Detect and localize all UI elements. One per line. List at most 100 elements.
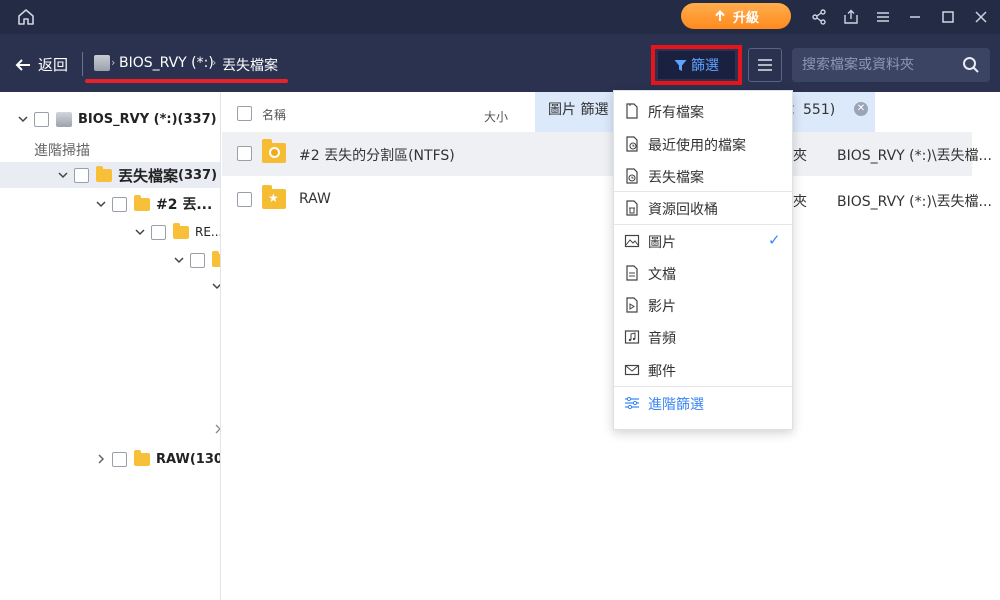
- arrow-left-icon: [15, 58, 30, 71]
- tree-item-re[interactable]: RE...: [133, 219, 221, 245]
- filter-option-lost-files[interactable]: 丟失檔案: [614, 160, 792, 192]
- funnel-icon: [674, 59, 687, 71]
- drive-icon: [56, 111, 72, 127]
- search-input[interactable]: [802, 55, 952, 75]
- export-icon[interactable]: [842, 8, 860, 26]
- sliders-icon: [625, 396, 639, 410]
- chevron-down-icon[interactable]: [56, 168, 70, 182]
- home-icon[interactable]: [16, 7, 36, 27]
- maximize-icon[interactable]: [939, 8, 957, 26]
- folder-icon: [96, 165, 112, 182]
- search-icon[interactable]: [962, 56, 980, 74]
- tree-item-subfolder[interactable]: [172, 247, 220, 273]
- breadcrumb-arrow-icon: ›: [212, 56, 217, 69]
- file-path: BIOS_RVY (*:)\丟失檔...: [837, 194, 992, 210]
- tree-label: BIOS_RVY (*:)(337): [78, 111, 217, 127]
- drive-icon: [94, 55, 110, 71]
- checkbox[interactable]: [34, 111, 49, 127]
- tree-item-raw[interactable]: RAW(130): [94, 446, 220, 472]
- advanced-scan-label: 進階掃描: [34, 143, 90, 159]
- file-list: 名稱 大小 圖片 篩選 ：551) ✕ #2 丟失的分割區(NTFS) 夾 BI…: [222, 92, 1000, 600]
- folder-tree: BIOS_RVY (*:)(337) 進階掃描 丟失檔案 (337) #2 丟.…: [0, 92, 221, 600]
- tree-label: RAW(130): [156, 451, 220, 467]
- header-name[interactable]: 名稱: [262, 106, 286, 123]
- star-icon: ★: [268, 191, 279, 205]
- advanced-filter-option[interactable]: 進階篩選: [614, 387, 792, 419]
- folder-icon: [262, 139, 286, 163]
- filter-option-recent-files[interactable]: 最近使用的檔案: [614, 128, 792, 160]
- filter-option-images[interactable]: 圖片 ✓: [614, 225, 792, 257]
- chevron-down-icon[interactable]: [94, 197, 108, 211]
- table-row[interactable]: #2 丟失的分割區(NTFS) 夾 BIOS_RVY (*:)\丟失檔...: [222, 132, 992, 176]
- title-bar: 升級: [0, 0, 1000, 34]
- lost-file-icon: [626, 168, 638, 184]
- minimize-icon[interactable]: [906, 8, 924, 26]
- divider: [82, 52, 83, 76]
- tree-count: (337): [178, 167, 218, 183]
- table-row[interactable]: ★ RAW 夾 BIOS_RVY (*:)\丟失檔...: [222, 178, 992, 222]
- back-button[interactable]: 返回: [14, 54, 68, 75]
- filter-option-videos[interactable]: 影片: [614, 289, 792, 321]
- clock-icon: [269, 147, 280, 158]
- folder-icon: [173, 222, 189, 239]
- chevron-down-icon[interactable]: [211, 280, 221, 292]
- image-icon: [624, 234, 640, 248]
- file-type: 夾: [793, 148, 807, 164]
- filter-button[interactable]: 篩選: [658, 51, 735, 79]
- close-icon[interactable]: ✕: [854, 102, 868, 116]
- upgrade-button[interactable]: 升級: [681, 3, 791, 29]
- chevron-right-icon[interactable]: [213, 423, 221, 435]
- arrow-up-icon: [715, 10, 725, 21]
- chevron-right-icon[interactable]: [94, 452, 108, 466]
- tree-label: 丟失檔案: [118, 166, 179, 185]
- checkmark-icon: ✓: [768, 231, 781, 249]
- tree-item-partition[interactable]: #2 丟...: [94, 191, 212, 217]
- search-box: [792, 48, 990, 82]
- audio-icon: [624, 330, 640, 344]
- view-menu-button[interactable]: [748, 48, 782, 82]
- select-all-checkbox[interactable]: [237, 106, 252, 121]
- checkbox[interactable]: [190, 252, 205, 268]
- folder-icon: [134, 194, 150, 211]
- tree-label: #2 丟...: [156, 197, 213, 213]
- file-name: RAW: [299, 191, 331, 207]
- filter-option-documents[interactable]: 文檔: [614, 257, 792, 289]
- share-icon[interactable]: [810, 8, 828, 26]
- checkbox[interactable]: [237, 192, 252, 207]
- breadcrumb-drive[interactable]: BIOS_RVY (*:): [119, 55, 214, 71]
- toolbar: 返回 › BIOS_RVY (*:) › 丟失檔案 篩選: [0, 34, 1000, 92]
- checkbox[interactable]: [112, 196, 127, 212]
- upgrade-label: 升級: [732, 10, 759, 26]
- filter-option-audio[interactable]: 音頻: [614, 321, 792, 353]
- back-label: 返回: [38, 56, 69, 74]
- filter-tag-text: 圖片 篩選: [548, 102, 609, 118]
- chevron-down-icon[interactable]: [172, 253, 186, 267]
- recent-file-icon: [626, 136, 638, 152]
- filter-option-mail[interactable]: 郵件: [614, 354, 792, 386]
- tree-item-root[interactable]: BIOS_RVY (*:)(337): [16, 106, 217, 132]
- breadcrumb-lost-files[interactable]: 丟失檔案: [222, 55, 278, 75]
- header-size[interactable]: 大小: [484, 108, 508, 125]
- checkbox[interactable]: [74, 167, 89, 183]
- highlight-underline: [85, 79, 288, 83]
- folder-icon: [212, 250, 220, 267]
- menu-icon[interactable]: [874, 8, 892, 26]
- mail-icon: [624, 364, 640, 376]
- folder-icon: ★: [262, 185, 286, 209]
- filter-option-all-files[interactable]: 所有檔案: [614, 95, 792, 127]
- checkbox[interactable]: [151, 224, 166, 240]
- tree-label: RE...: [195, 225, 221, 239]
- filter-dropdown: 所有檔案 最近使用的檔案 丟失檔案 資源回收桶 圖片 ✓ 文檔 影片 音頻 郵件…: [613, 90, 793, 430]
- filter-label: 篩選: [691, 58, 719, 74]
- filter-option-recycle-bin[interactable]: 資源回收桶: [614, 192, 792, 224]
- checkbox[interactable]: [112, 451, 127, 467]
- chevron-down-icon[interactable]: [16, 112, 30, 126]
- close-icon[interactable]: [972, 8, 990, 26]
- breadcrumb-arrow-icon: ›: [111, 56, 116, 69]
- video-icon: [626, 297, 638, 313]
- checkbox[interactable]: [237, 146, 252, 161]
- file-path: BIOS_RVY (*:)\丟失檔...: [837, 148, 992, 164]
- tree-item-lost-files[interactable]: 丟失檔案 (337): [0, 162, 220, 188]
- chevron-down-icon[interactable]: [133, 225, 147, 239]
- file-icon: [626, 103, 638, 119]
